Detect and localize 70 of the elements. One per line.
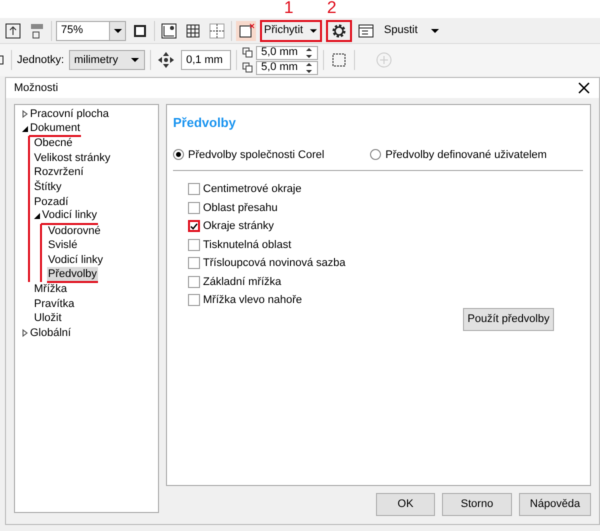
callout-number: 2: [327, 0, 336, 18]
nudge-field[interactable]: 0,1 mm: [181, 50, 232, 70]
nudge-icon[interactable]: [156, 50, 176, 70]
dialog-button[interactable]: Storno: [442, 493, 512, 516]
tree-item[interactable]: Velikost stránky: [33, 150, 112, 166]
units-label: Jednotky:: [17, 52, 64, 68]
tree-item[interactable]: Štítky: [33, 180, 63, 195]
tree-item[interactable]: Dokument: [29, 120, 82, 138]
checkbox[interactable]: [188, 238, 200, 251]
checkbox-label: Oblast přesahu: [203, 200, 278, 216]
gear-icon[interactable]: [330, 22, 348, 40]
tree-item[interactable]: Pozadí: [33, 194, 70, 210]
caret-icon[interactable]: [112, 26, 122, 34]
checkbox-label: Okraje stránky: [203, 219, 274, 234]
run-dropdown[interactable]: Spustit: [380, 20, 444, 42]
collapse-icon[interactable]: [33, 212, 41, 220]
tree-item[interactable]: Pravítka: [33, 296, 76, 312]
tree-item[interactable]: Předvolby: [47, 266, 98, 284]
radio-label: Předvolby definované uživatelem: [385, 148, 547, 162]
radio-label: Předvolby společnosti Corel: [188, 148, 324, 162]
checkbox-label: Mřížka vlevo nahoře: [203, 293, 302, 308]
tree-item[interactable]: Obecné: [33, 136, 74, 151]
checkbox[interactable]: [188, 294, 200, 306]
collapse-icon[interactable]: [21, 124, 29, 133]
tree-item[interactable]: Rozvržení: [33, 165, 85, 180]
tree-item[interactable]: Pracovní plocha: [29, 107, 110, 122]
checkbox-label: Třísloupcová novinová sazba: [203, 256, 346, 271]
offset-field[interactable]: 5,0 mm: [256, 60, 318, 74]
settings-button[interactable]: [326, 20, 352, 42]
section-heading: Předvolby: [173, 114, 237, 132]
dialog-button[interactable]: Nápověda: [519, 493, 591, 516]
tree-item[interactable]: Mřížka: [33, 282, 68, 297]
checkbox[interactable]: [188, 220, 200, 232]
spinner-icon[interactable]: [304, 46, 314, 58]
close-icon[interactable]: [577, 81, 591, 95]
checkbox[interactable]: [188, 202, 200, 214]
checkbox-label: Základní mřížka: [203, 274, 282, 290]
checkbox[interactable]: [188, 257, 200, 270]
zoom-combo[interactable]: 75%: [56, 20, 126, 40]
snap-dropdown[interactable]: Přichytit: [260, 20, 322, 42]
export-icon[interactable]: [3, 20, 23, 40]
offset-field[interactable]: 5,0 mm: [256, 46, 318, 60]
ruler-icon[interactable]: [159, 20, 179, 40]
radio-button[interactable]: [173, 149, 184, 160]
dialog-title: Možnosti: [14, 80, 58, 96]
snap-off-icon[interactable]: [236, 20, 256, 40]
checkbox-label: Centimetrové okraje: [203, 182, 302, 197]
radio-button[interactable]: [370, 149, 382, 160]
tree-item[interactable]: Svislé: [47, 238, 78, 253]
dialog-button[interactable]: OK: [376, 493, 435, 516]
offset-icon: [242, 62, 254, 74]
caret-icon[interactable]: [130, 56, 140, 64]
checkbox[interactable]: [188, 276, 200, 288]
tree-item[interactable]: Uložit: [33, 311, 63, 326]
tree-item[interactable]: Vodicí linky: [47, 252, 104, 268]
expand-icon[interactable]: [21, 329, 29, 338]
checkbox[interactable]: [188, 183, 200, 196]
spinner-icon[interactable]: [304, 62, 314, 74]
offset-icon: [242, 46, 254, 58]
checkbox-label: Tisknutelná oblast: [203, 238, 292, 252]
caret-icon[interactable]: [309, 26, 318, 34]
tree-item[interactable]: Globální: [29, 326, 72, 340]
guides-icon[interactable]: [207, 20, 227, 40]
caret-icon[interactable]: [430, 26, 440, 34]
expand-icon[interactable]: [21, 110, 29, 118]
tree-item[interactable]: Vodicí linky: [41, 208, 98, 225]
tree-item[interactable]: Vodorovné: [47, 224, 102, 238]
apply-button[interactable]: Použít předvolby: [463, 308, 554, 331]
units-select[interactable]: milimetry: [69, 50, 146, 70]
callout-number: 1: [284, 0, 294, 18]
